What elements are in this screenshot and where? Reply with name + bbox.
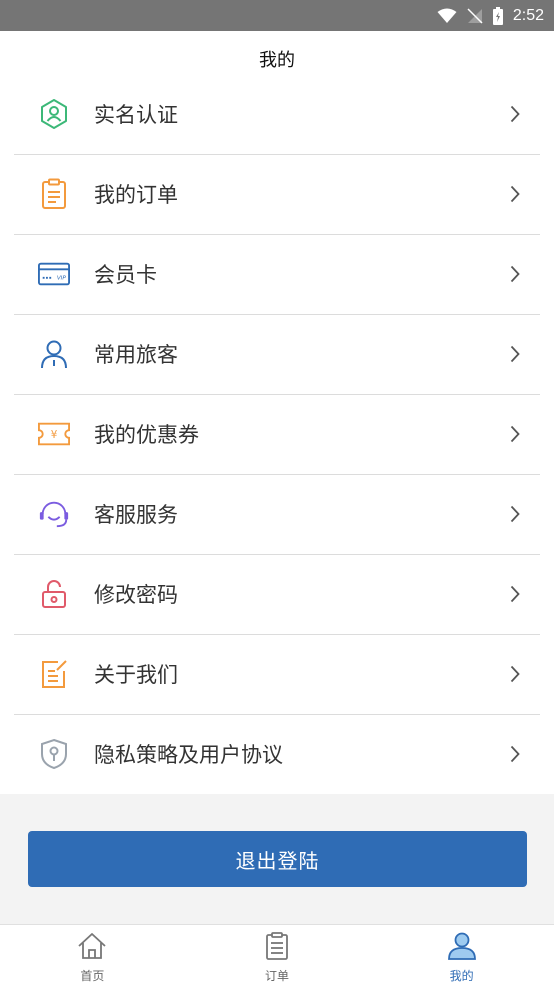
menu-item-about-us[interactable]: 关于我们 <box>0 634 554 714</box>
menu-item-change-password[interactable]: 修改密码 <box>0 554 554 634</box>
chevron-right-icon <box>510 265 520 283</box>
tab-profile[interactable]: 我的 <box>369 925 554 986</box>
chevron-right-icon <box>510 745 520 763</box>
chevron-right-icon <box>510 345 520 363</box>
vip-card-icon: VIP <box>38 258 70 290</box>
headset-icon <box>38 498 70 530</box>
menu-item-customer-service[interactable]: 客服服务 <box>0 474 554 554</box>
page-title: 我的 <box>259 50 295 71</box>
tab-label: 我的 <box>449 969 474 983</box>
menu-list: 实名认证 我的订单 VIP 会员卡 常用旅客 ¥ 我的优惠券 客服服务 修改密码… <box>0 74 554 794</box>
menu-item-label: 我的订单 <box>94 183 178 207</box>
menu-item-label: 修改密码 <box>94 583 178 607</box>
status-bar: 2:52 <box>0 0 554 31</box>
coupon-icon: ¥ <box>38 418 70 450</box>
menu-item-frequent-travelers[interactable]: 常用旅客 <box>0 314 554 394</box>
chevron-right-icon <box>510 585 520 603</box>
menu-item-vip-card[interactable]: VIP 会员卡 <box>0 234 554 314</box>
wifi-icon <box>437 8 457 24</box>
tab-label: 首页 <box>80 969 105 983</box>
logout-button[interactable]: 退出登陆 <box>28 831 527 887</box>
clipboard-icon <box>38 178 70 210</box>
chevron-right-icon <box>510 425 520 443</box>
battery-charging-icon <box>492 6 503 25</box>
shield-icon <box>38 738 70 770</box>
order-icon <box>264 932 290 964</box>
edit-note-icon <box>38 658 70 690</box>
chevron-right-icon <box>510 665 520 683</box>
menu-item-label: 常用旅客 <box>94 343 178 367</box>
menu-item-label: 关于我们 <box>94 663 178 687</box>
tab-orders[interactable]: 订单 <box>185 925 370 986</box>
svg-text:VIP: VIP <box>57 276 67 282</box>
person-icon <box>38 338 70 370</box>
menu-item-label: 我的优惠券 <box>94 423 199 447</box>
bottom-tab-bar: 首页 订单 我的 <box>0 924 554 986</box>
lock-icon <box>38 578 70 610</box>
home-icon <box>77 932 107 964</box>
menu-item-my-orders[interactable]: 我的订单 <box>0 154 554 234</box>
menu-item-label: 会员卡 <box>94 263 157 287</box>
menu-item-real-name-auth[interactable]: 实名认证 <box>0 74 554 154</box>
chevron-right-icon <box>510 105 520 123</box>
menu-item-privacy-policy[interactable]: 隐私策略及用户协议 <box>0 714 554 794</box>
chevron-right-icon <box>510 505 520 523</box>
menu-item-my-coupons[interactable]: ¥ 我的优惠券 <box>0 394 554 474</box>
tab-label: 订单 <box>265 969 290 983</box>
menu-item-label: 实名认证 <box>94 103 178 127</box>
menu-item-label: 客服服务 <box>94 503 178 527</box>
no-signal-icon <box>467 7 483 24</box>
svg-text:¥: ¥ <box>51 429 58 441</box>
tab-home[interactable]: 首页 <box>0 925 185 986</box>
profile-icon <box>447 932 477 964</box>
menu-item-label: 隐私策略及用户协议 <box>94 743 283 767</box>
verified-user-icon <box>38 98 70 130</box>
chevron-right-icon <box>510 185 520 203</box>
status-time: 2:52 <box>512 6 544 24</box>
